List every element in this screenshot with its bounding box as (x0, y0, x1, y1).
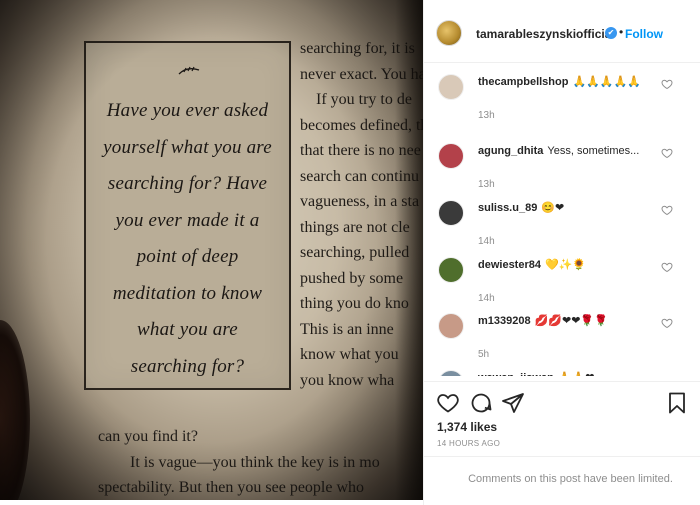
heart-small-icon[interactable] (661, 261, 673, 273)
quote-line: meditation to know (112, 282, 263, 304)
likes-count[interactable]: 1,374 likes (437, 420, 497, 434)
comment-body: agung_dhita Yess, sometimes... (478, 144, 666, 158)
comment-item: wawan_iiswan 🙏🙏❤ (424, 360, 700, 376)
bookmark-icon[interactable] (665, 391, 689, 415)
heart-small-icon[interactable] (661, 204, 673, 216)
author-username[interactable]: tamarableszynskiofficial (476, 27, 615, 41)
commenter-username[interactable]: wawan_iiswan (478, 372, 554, 376)
comment-item: thecampbellshop 🙏🙏🙏🙏🙏 13h (424, 64, 700, 121)
comment-text: Yess, sometimes... (547, 145, 640, 157)
quote-line: you ever made it a (115, 209, 260, 231)
commenter-username[interactable]: thecampbellshop (478, 76, 568, 88)
quote-line: searching for? (130, 355, 245, 377)
comment-item: dewiester84 💛✨🌻 14h (424, 247, 700, 304)
leaf-ornament-icon (178, 66, 200, 75)
follow-button[interactable]: Follow (625, 27, 663, 41)
quote-line: what you are (137, 319, 238, 340)
post-header: tamarableszynskiofficial ✔ • Follow (424, 0, 700, 63)
quote-line: Have you ever asked (106, 100, 269, 121)
book-line: spectability. But then you see people wh… (98, 479, 365, 496)
quote-line: point of deep (136, 246, 239, 267)
comment-item: suliss.u_89 😊❤ 14h (424, 190, 700, 247)
quote-callout-box: Have you ever asked yourself what you ar… (84, 41, 291, 390)
post-side-panel: tamarableszynskiofficial ✔ • Follow thec… (423, 0, 700, 505)
heart-small-icon[interactable] (661, 78, 673, 90)
instagram-post-view: searching for, it is never exact. You ha… (0, 0, 700, 505)
heart-small-icon[interactable] (661, 147, 673, 159)
book-bottom-text: can you find it? It is vague—you think t… (98, 424, 423, 500)
book-line: can you find it? (98, 428, 198, 445)
comment-body: thecampbellshop 🙏🙏🙏🙏🙏 (478, 75, 666, 89)
verified-badge-icon: ✔ (605, 27, 617, 39)
comment-item: agung_dhita Yess, sometimes... 13h (424, 133, 700, 190)
heart-outline-icon[interactable] (436, 391, 460, 415)
comment-text: 🙏🙏❤ (558, 372, 595, 376)
finger-shadow (0, 320, 30, 500)
commenter-username[interactable]: suliss.u_89 (478, 202, 537, 214)
commenter-avatar[interactable] (438, 143, 464, 169)
comment-item: m1339208 💋💋❤❤🌹🌹 5h (424, 303, 700, 360)
commenter-avatar[interactable] (438, 200, 464, 226)
post-actions-bar: 1,374 likes 14 HOURS AGO (424, 381, 700, 467)
commenter-username[interactable]: m1339208 (478, 315, 531, 327)
comment-time[interactable]: 5h (478, 349, 489, 360)
separator-dot: • (619, 25, 624, 39)
commenter-avatar[interactable] (438, 370, 464, 376)
commenter-avatar[interactable] (438, 74, 464, 100)
heart-small-icon[interactable] (661, 317, 673, 329)
paper-plane-icon[interactable] (501, 391, 525, 415)
quote-line: searching for? Have (107, 173, 268, 194)
commenter-avatar[interactable] (438, 257, 464, 283)
comment-text: 😊❤ (541, 202, 565, 214)
comment-body: dewiester84 💛✨🌻 (478, 258, 666, 272)
quote-line: yourself what you are (103, 136, 272, 158)
comment-time[interactable]: 13h (478, 110, 495, 121)
post-timestamp[interactable]: 14 HOURS AGO (437, 439, 500, 448)
comment-body: suliss.u_89 😊❤ (478, 201, 666, 215)
comment-text: 🙏🙏🙏🙏🙏 (572, 76, 641, 88)
book-spine-shadow (395, 0, 423, 500)
comment-body: m1339208 💋💋❤❤🌹🌹 (478, 314, 666, 328)
comment-time[interactable]: 13h (478, 179, 495, 190)
book-line: It is vague—you think the key is in mo (130, 453, 380, 471)
comment-body: wawan_iiswan 🙏🙏❤ (478, 371, 666, 376)
commenter-username[interactable]: dewiester84 (478, 259, 541, 271)
comment-time[interactable]: 14h (478, 236, 495, 247)
quote-text: Have you ever asked yourself what you ar… (86, 93, 289, 385)
comment-bubble-icon[interactable] (469, 391, 493, 415)
commenter-username[interactable]: agung_dhita (478, 145, 543, 157)
comments-list[interactable]: thecampbellshop 🙏🙏🙏🙏🙏 13h agung_dhita Yess… (424, 64, 700, 376)
comments-limited-notice: Comments on this post have been limited. (424, 456, 700, 500)
post-photo[interactable]: searching for, it is never exact. You ha… (0, 0, 423, 500)
author-avatar[interactable] (436, 20, 462, 46)
comment-text: 💛✨🌻 (544, 259, 587, 271)
comment-text: 💋💋❤❤🌹🌹 (534, 315, 608, 327)
commenter-avatar[interactable] (438, 313, 464, 339)
